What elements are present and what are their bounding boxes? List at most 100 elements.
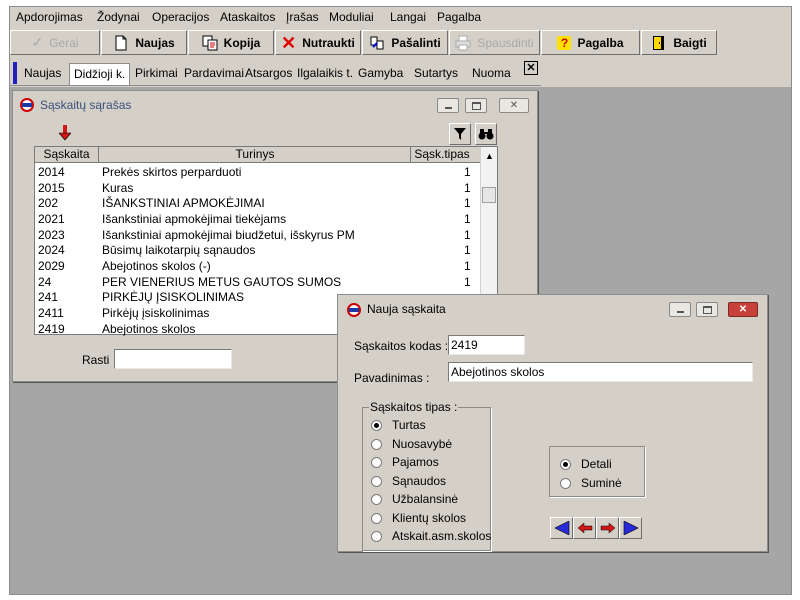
- gerai-button[interactable]: ✓ Gerai: [10, 30, 100, 55]
- table-row[interactable]: 2021 Išankstiniai apmokėjimai tiekėjams 1: [35, 211, 477, 227]
- dialog-close-button[interactable]: ✕: [728, 302, 758, 317]
- type-option-nuosavybe[interactable]: Nuosavybė: [371, 437, 452, 451]
- detail-option-label: Detali: [581, 457, 612, 471]
- type-group-label: Sąskaitos tipas :: [369, 400, 459, 414]
- cell-type: 1: [464, 243, 471, 257]
- maximize-icon: [702, 305, 712, 314]
- filter-funnel-icon: [454, 128, 466, 140]
- kopija-button[interactable]: Kopija: [188, 30, 274, 55]
- scroll-up-icon[interactable]: ▲: [485, 151, 494, 161]
- type-option-pajamos[interactable]: Pajamos: [371, 455, 439, 469]
- sort-arrow-down-icon[interactable]: [58, 125, 72, 141]
- code-input[interactable]: 2419: [448, 335, 525, 355]
- menu-pagalba[interactable]: Pagalba: [437, 10, 481, 24]
- filter-button[interactable]: [449, 123, 471, 145]
- first-record-button[interactable]: [550, 517, 573, 539]
- menu-ataskaitos[interactable]: Ataskaitos: [220, 10, 275, 24]
- menu-irasas[interactable]: Įrašas: [286, 10, 319, 24]
- cell-code: 202: [38, 196, 59, 210]
- app-logo-icon: [20, 98, 34, 112]
- table-row[interactable]: 2024 Būsimų laikotarpių sąnaudos 1: [35, 242, 477, 258]
- radio-icon: [371, 420, 382, 432]
- mdi-workspace: Sąskaitų sąrašas ✕ Sąskaita Turinys Sąsk…: [10, 87, 791, 594]
- tab-atsargos[interactable]: Atsargos: [245, 63, 292, 83]
- naujas-button[interactable]: Naujas: [101, 30, 187, 55]
- last-arrow-icon: [623, 521, 639, 535]
- cell-code: 2024: [38, 243, 65, 257]
- search-input[interactable]: [114, 349, 232, 369]
- menu-apdorojimas[interactable]: Apdorojimas: [16, 10, 83, 24]
- cell-name: Išankstiniai apmokėjimai biudžetui, išsk…: [102, 228, 355, 242]
- type-option-turtas[interactable]: Turtas: [371, 418, 426, 432]
- menu-langai[interactable]: Langai: [390, 10, 426, 24]
- type-option-atskait-asm-skolos[interactable]: Atskait.asm.skolos: [371, 529, 491, 543]
- col-saskaita[interactable]: Sąskaita: [35, 147, 99, 163]
- col-sask-tipas[interactable]: Sąsk.tipas: [412, 147, 472, 163]
- pasalinti-button[interactable]: Pašalinti: [362, 30, 448, 55]
- cell-name: Pirkėjų įsiskolinimas: [102, 306, 210, 320]
- search-button[interactable]: [475, 123, 497, 145]
- detail-option-sumine[interactable]: Suminė: [560, 476, 622, 490]
- type-option-label: Klientų skolos: [392, 511, 467, 525]
- nutraukti-button[interactable]: ✕ Nutraukti: [275, 30, 361, 55]
- table-row[interactable]: 2029 Abejotinos skolos (-) 1: [35, 258, 477, 274]
- tab-pirkimai[interactable]: Pirkimai: [135, 63, 178, 83]
- new-document-icon: [113, 35, 129, 51]
- scroll-thumb[interactable]: [482, 187, 496, 203]
- previous-record-button[interactable]: [573, 517, 596, 539]
- menu-operacijos[interactable]: Operacijos: [152, 10, 209, 24]
- cell-type: 1: [464, 181, 471, 195]
- baigti-button[interactable]: Baigti: [641, 30, 717, 55]
- tab-ilgalaikis-t[interactable]: Ilgalaikis t.: [297, 63, 353, 83]
- pagalba-button[interactable]: ? Pagalba: [541, 30, 640, 55]
- next-record-button[interactable]: [596, 517, 619, 539]
- toolbar: ✓ Gerai Naujas Kopija ✕ Nutraukti Pašali…: [10, 27, 791, 57]
- dialog-maximize-button[interactable]: [696, 302, 718, 317]
- dialog-minimize-button[interactable]: [669, 302, 691, 317]
- type-option-label: Turtas: [392, 418, 426, 432]
- cell-code: 2419: [38, 322, 65, 336]
- cell-type: 1: [464, 196, 471, 210]
- tab-pardavimai[interactable]: Pardavimai: [184, 63, 244, 83]
- close-tabs-icon[interactable]: ✕: [524, 61, 538, 75]
- spausdinti-label: Spausdinti: [477, 35, 534, 50]
- type-option-label: Nuosavybė: [392, 437, 453, 451]
- table-row[interactable]: 202 IŠANKSTINIAI APMOKĖJIMAI 1: [35, 195, 477, 211]
- type-option-klientu-skolos[interactable]: Klientų skolos: [371, 511, 466, 525]
- table-row[interactable]: 2015 Kuras 1: [35, 180, 477, 196]
- tab-naujas[interactable]: Naujas: [24, 63, 61, 83]
- table-row[interactable]: 24 PER VIENERIUS METUS GAUTOS SUMOS 1: [35, 274, 477, 290]
- dialog-title: Nauja sąskaita: [367, 302, 446, 316]
- cell-name: Kuras: [102, 181, 134, 195]
- account-list-titlebar: Sąskaitų sąrašas ✕: [16, 94, 534, 116]
- tab-gamyba[interactable]: Gamyba: [358, 63, 403, 83]
- question-icon: ?: [557, 35, 572, 50]
- cell-code: 2015: [38, 181, 65, 195]
- application-window: Apdorojimas Žodynai Operacijos Ataskaito…: [9, 6, 792, 595]
- kopija-label: Kopija: [223, 35, 261, 50]
- cell-type: 1: [464, 228, 471, 242]
- close-button[interactable]: ✕: [499, 98, 529, 113]
- table-row[interactable]: 2023 Išankstiniai apmokėjimai biudžetui, …: [35, 227, 477, 243]
- tab-nuoma[interactable]: Nuoma: [472, 63, 511, 83]
- maximize-button[interactable]: [465, 98, 487, 113]
- type-option-uzbalansine[interactable]: Užbalansinė: [371, 492, 458, 506]
- tab-sutartys[interactable]: Sutartys: [414, 63, 458, 83]
- type-option-label: Sąnaudos: [392, 474, 447, 488]
- tab-didzioji-k[interactable]: Didžioji k.: [69, 63, 131, 85]
- col-turinys[interactable]: Turinys: [100, 147, 411, 163]
- gerai-label: Gerai: [49, 35, 79, 50]
- type-option-sanaudos[interactable]: Sąnaudos: [371, 474, 446, 488]
- next-arrow-icon: [600, 522, 615, 534]
- last-record-button[interactable]: [619, 517, 642, 539]
- radio-icon: [371, 494, 382, 506]
- menu-zodynai[interactable]: Žodynai: [97, 10, 140, 24]
- cell-type: 1: [464, 275, 471, 289]
- detail-option-detali[interactable]: Detali: [560, 457, 612, 471]
- minimize-button[interactable]: [437, 98, 459, 113]
- table-row[interactable]: 2014 Prekės skirtos perparduoti 1: [35, 164, 477, 180]
- name-input[interactable]: Abejotinos skolos: [448, 362, 753, 382]
- menu-moduliai[interactable]: Moduliai: [329, 10, 374, 24]
- spausdinti-button[interactable]: Spausdinti: [449, 30, 540, 55]
- cell-name: PER VIENERIUS METUS GAUTOS SUMOS: [102, 275, 342, 289]
